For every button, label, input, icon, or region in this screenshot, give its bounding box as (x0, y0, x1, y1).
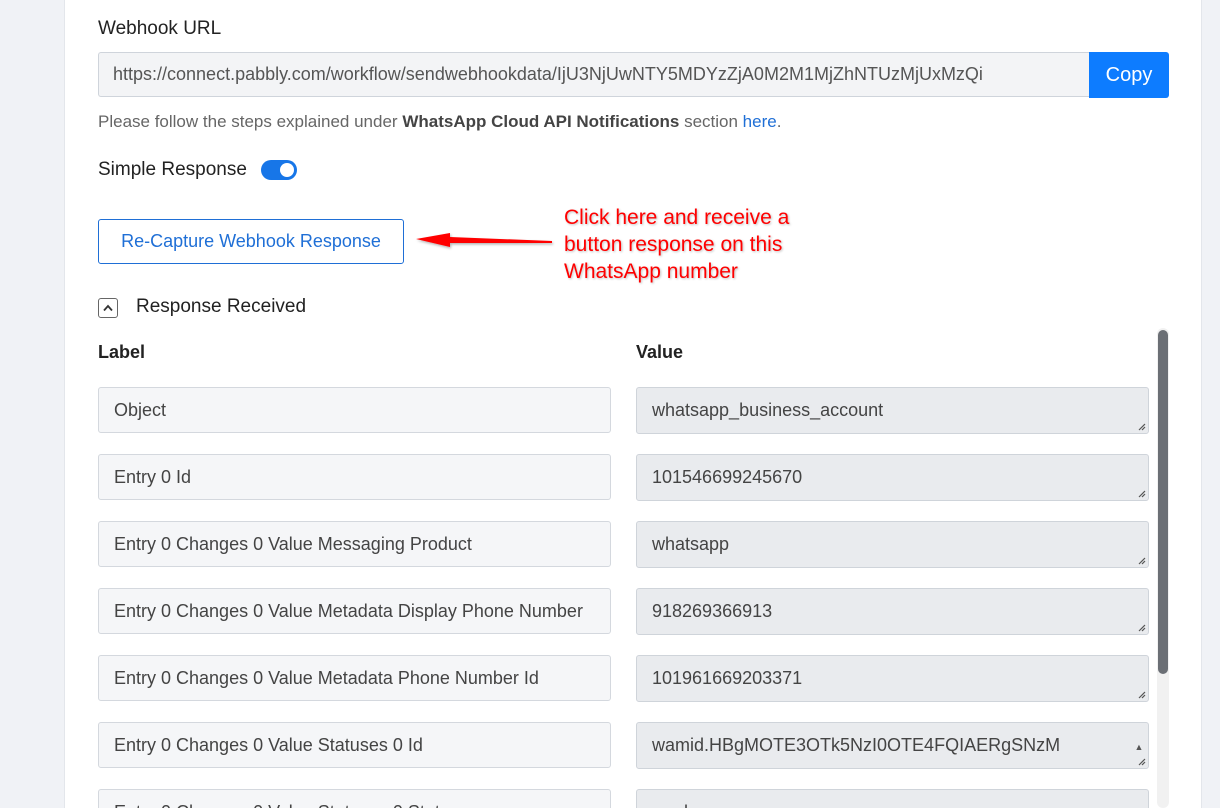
toggle-knob (280, 163, 294, 177)
help-text-prefix: Please follow the steps explained under (98, 112, 403, 131)
response-value-field[interactable]: read (636, 789, 1149, 808)
value-column-header: Value (636, 342, 684, 362)
response-label-field[interactable] (98, 454, 611, 500)
help-text-middle: section (679, 112, 743, 131)
response-value-text: 101546699245670 (652, 467, 803, 487)
recapture-webhook-button[interactable]: Re-Capture Webhook Response (98, 219, 404, 264)
response-value-field[interactable]: 101546699245670 (636, 454, 1149, 501)
response-scrollbar-thumb[interactable] (1158, 330, 1168, 674)
response-label-field[interactable] (98, 387, 611, 433)
response-label-field[interactable] (98, 789, 611, 808)
webhook-url-input[interactable] (98, 52, 1089, 97)
help-text: Please follow the steps explained under … (98, 112, 781, 132)
response-value-text: 918269366913 (652, 601, 773, 621)
chevron-up-icon (103, 304, 113, 312)
webhook-config-card: Webhook URL Copy Please follow the steps… (64, 0, 1202, 808)
response-value-text: whatsapp_business_account (652, 400, 884, 420)
resize-grip-icon[interactable] (1136, 622, 1146, 632)
response-value-text: wamid.HBgMOTE3OTk5NzI0OTE4FQIAERgSNzM (652, 735, 1061, 755)
response-value-text: read (652, 802, 688, 808)
response-value-text: whatsapp (652, 534, 730, 554)
label-column-header: Label (98, 342, 146, 362)
annotation-arrow-icon (416, 233, 552, 247)
webhook-url-label: Webhook URL (98, 18, 222, 39)
response-value-field[interactable]: wamid.HBgMOTE3OTk5NzI0OTE4FQIAERgSNzM ▲ … (636, 722, 1149, 769)
annotation-text: Click here and receive a button response… (564, 206, 790, 283)
help-text-bold: WhatsApp Cloud API Notifications (402, 112, 680, 131)
response-value-field[interactable]: 918269366913 (636, 588, 1149, 635)
response-label-field[interactable] (98, 655, 611, 701)
help-link[interactable]: here (743, 112, 777, 131)
resize-grip-icon[interactable] (1136, 421, 1146, 431)
response-label-field[interactable] (98, 521, 611, 567)
response-value-text: 101961669203371 (652, 668, 803, 688)
resize-grip-icon[interactable] (1136, 555, 1146, 565)
resize-grip-icon[interactable] (1136, 488, 1146, 498)
response-label-field[interactable] (98, 588, 611, 634)
response-value-field[interactable]: whatsapp_business_account (636, 387, 1149, 434)
collapse-response-button[interactable] (98, 298, 118, 318)
help-text-suffix: . (776, 112, 782, 131)
resize-grip-icon[interactable] (1136, 756, 1146, 766)
response-label-field[interactable] (98, 722, 611, 768)
simple-response-label: Simple Response (98, 159, 247, 180)
response-value-field[interactable]: 101961669203371 (636, 655, 1149, 702)
response-value-field[interactable]: whatsapp (636, 521, 1149, 568)
copy-button[interactable]: Copy (1089, 52, 1169, 98)
simple-response-toggle[interactable] (261, 160, 297, 180)
response-received-label: Response Received (136, 296, 307, 317)
resize-grip-icon[interactable] (1136, 689, 1146, 699)
